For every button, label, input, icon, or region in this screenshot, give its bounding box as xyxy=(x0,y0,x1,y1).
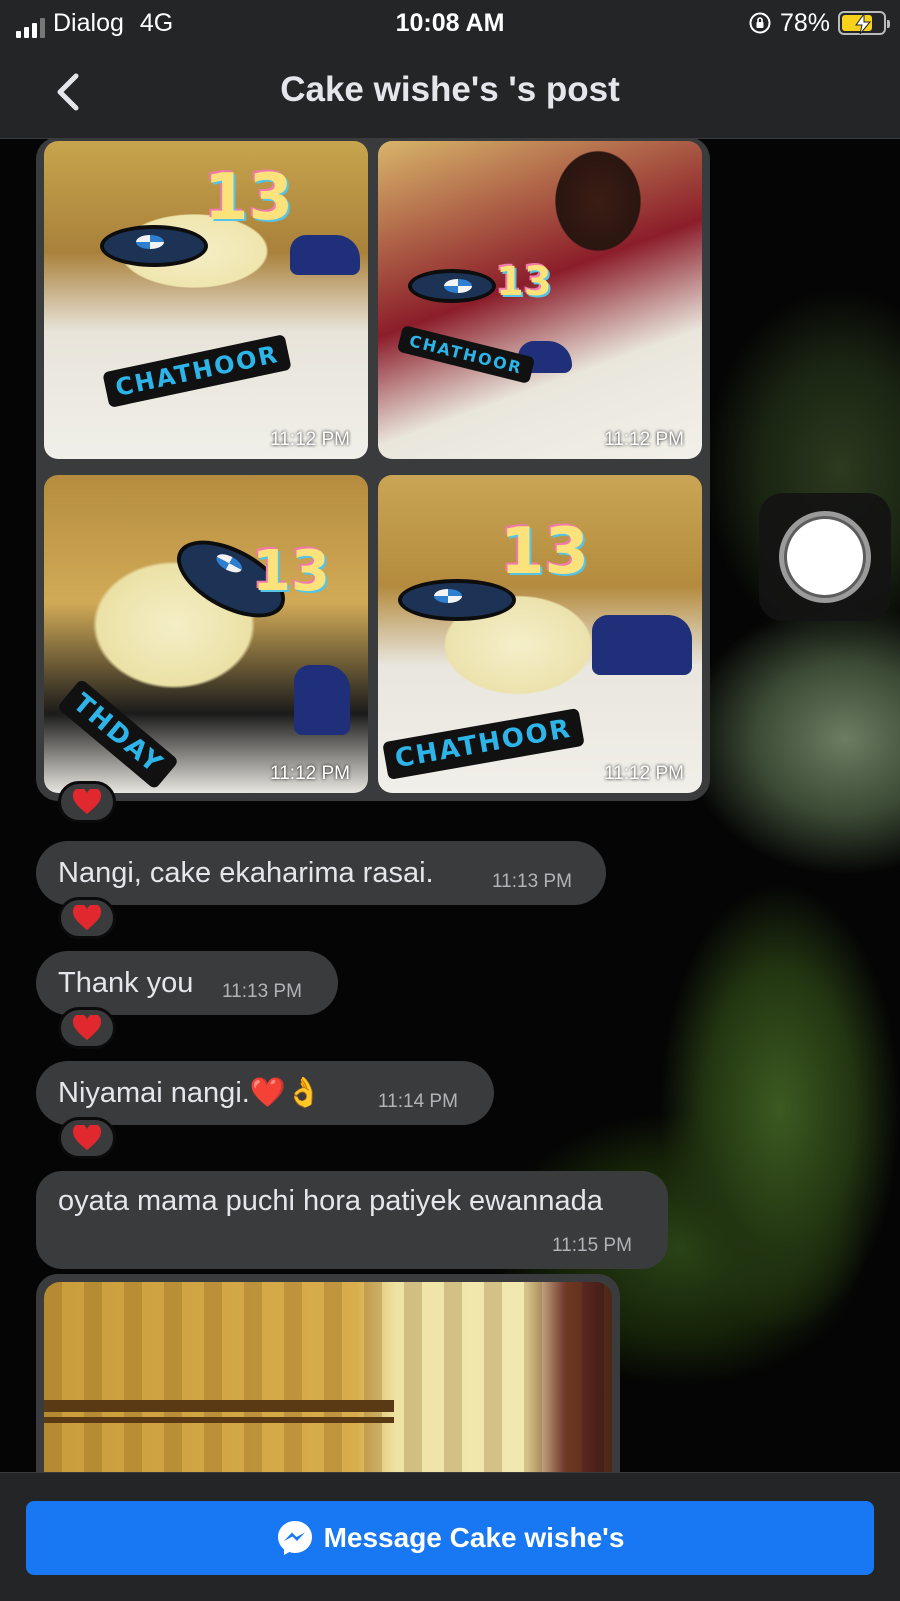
heart-icon xyxy=(72,1015,102,1041)
screen-record-button[interactable] xyxy=(759,493,891,621)
heart-reaction[interactable] xyxy=(58,1117,116,1159)
message-time: 11:15 PM xyxy=(552,1235,632,1256)
orientation-lock-icon xyxy=(749,12,771,34)
post-image[interactable]: 13 CHATHOOR 11:12 PM 13 CHATHOOR 11:12 P… xyxy=(0,139,900,1472)
photo-timestamp: 11:12 PM xyxy=(604,763,684,784)
status-right: 78% xyxy=(748,8,890,38)
bottom-bar: Message Cake wishe's xyxy=(0,1472,900,1601)
message-button-label: Message Cake wishe's xyxy=(323,1522,625,1553)
message-button[interactable]: Message Cake wishe's xyxy=(26,1501,874,1575)
message-text: Nangi, cake ekaharima rasai. xyxy=(58,857,434,889)
record-icon xyxy=(779,511,871,603)
message-bubble[interactable]: Nangi, cake ekaharima rasai. 11:13 PM xyxy=(36,841,606,905)
battery-icon xyxy=(838,11,890,35)
photo-timestamp: 11:12 PM xyxy=(604,429,684,450)
cake-photo-1[interactable]: 13 CHATHOOR 11:12 PM xyxy=(44,141,368,459)
cake-photo-2[interactable]: 13 CHATHOOR 11:12 PM xyxy=(378,141,702,459)
photo-timestamp: 11:12 PM xyxy=(270,429,350,450)
heart-icon xyxy=(72,905,102,931)
message-time: 11:14 PM xyxy=(378,1091,458,1112)
cake-photo-4[interactable]: 13 CHATHOOR 11:12 PM xyxy=(378,475,702,793)
messenger-icon xyxy=(277,1521,312,1555)
heart-reaction[interactable] xyxy=(58,781,116,823)
cake-photo-3[interactable]: 13 THDAY 11:12 PM xyxy=(44,475,368,793)
photo-grid: 13 CHATHOOR 11:12 PM 13 CHATHOOR 11:12 P… xyxy=(36,139,710,801)
curtain-photo[interactable] xyxy=(36,1274,620,1472)
message-text: Niyamai nangi.❤️👌 xyxy=(58,1077,323,1109)
message-time: 11:13 PM xyxy=(492,871,572,892)
message-bubble[interactable]: Niyamai nangi.❤️👌 11:14 PM xyxy=(36,1061,494,1125)
battery-percent: 78% xyxy=(779,9,830,37)
heart-reaction[interactable] xyxy=(58,897,116,939)
message-text: oyata mama puchi hora patiyek ewannada xyxy=(58,1185,603,1217)
heart-icon xyxy=(72,1125,102,1151)
status-bar: Dialog 4G 10:08 AM 78% xyxy=(0,0,900,46)
app-header: Cake wishe's 's post xyxy=(0,46,900,139)
message-time: 11:13 PM xyxy=(222,981,302,1002)
page-title: Cake wishe's 's post xyxy=(280,70,620,109)
message-text: Thank you xyxy=(58,967,194,999)
heart-icon xyxy=(72,789,102,815)
heart-reaction[interactable] xyxy=(58,1007,116,1049)
message-bubble[interactable]: oyata mama puchi hora patiyek ewannada 1… xyxy=(36,1171,668,1269)
photo-timestamp: 11:12 PM xyxy=(270,763,350,784)
message-bubble[interactable]: Thank you 11:13 PM xyxy=(36,951,338,1015)
